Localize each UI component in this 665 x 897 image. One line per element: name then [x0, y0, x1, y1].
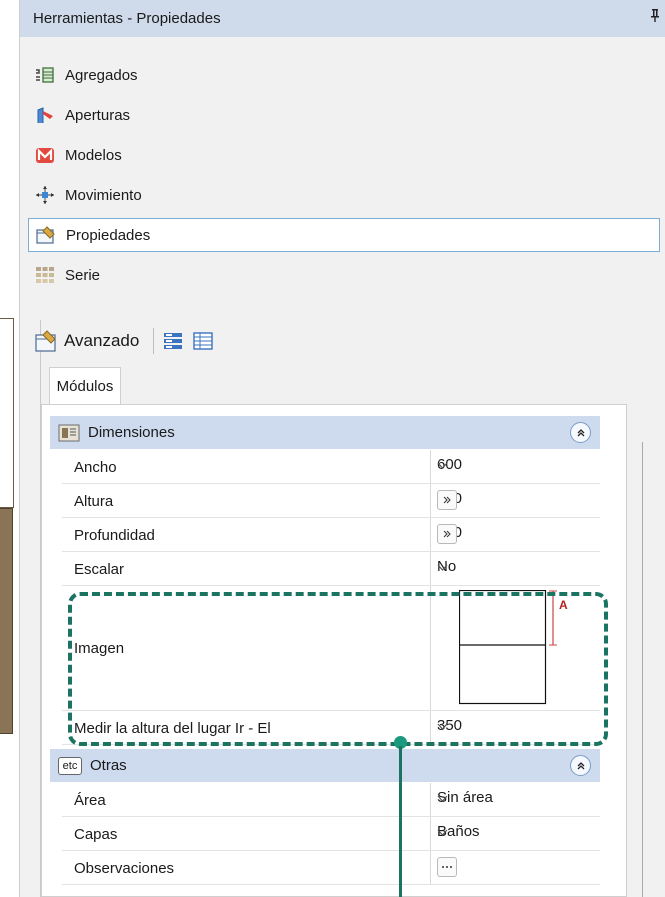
properties-icon [36, 225, 56, 245]
pin-icon[interactable] [650, 8, 660, 25]
chevron-down-icon[interactable] [437, 789, 592, 806]
property-row-ancho: Ancho 600 [62, 450, 600, 484]
group-header-dimensiones[interactable]: Dimensiones [50, 416, 600, 449]
tool-label: Aperturas [65, 106, 131, 124]
chevron-down-icon[interactable] [437, 456, 592, 473]
altura-field[interactable]: 760 [430, 484, 600, 517]
profundidad-field[interactable]: 550 [430, 518, 600, 551]
models-icon [35, 145, 55, 165]
ellipsis-button[interactable] [437, 857, 457, 877]
ancho-dropdown[interactable]: 600 [430, 450, 600, 483]
series-icon [35, 265, 55, 285]
observaciones-field[interactable] [430, 851, 600, 884]
tool-propiedades[interactable]: Propiedades [28, 218, 660, 252]
callout-line [399, 746, 402, 897]
tool-modelos[interactable]: Modelos [28, 138, 660, 172]
property-label: Profundidad [74, 526, 155, 544]
property-row-capas: Capas Baños [62, 817, 600, 851]
property-label: Altura [74, 492, 114, 510]
move-icon [35, 185, 55, 205]
area-dropdown[interactable]: Sin área [430, 783, 600, 816]
dimensions-icon [58, 423, 80, 443]
property-row-medir: Medir la altura del lugar Ir - El 350 [62, 711, 600, 745]
property-row-imagen: Imagen A [62, 586, 600, 711]
property-row-area: Área Sin área [62, 783, 600, 817]
property-label: Área [74, 791, 106, 809]
tool-label: Movimiento [65, 186, 142, 204]
property-label: Capas [74, 825, 118, 843]
property-label: Observaciones [74, 859, 175, 877]
property-row-altura: Altura 760 [62, 484, 600, 518]
property-label: Ancho [74, 458, 117, 476]
property-row-observaciones: Observaciones [62, 851, 600, 885]
panel-titlebar: Herramientas - Propiedades [20, 0, 665, 37]
property-label: Medir la altura del lugar Ir - El [74, 719, 271, 737]
collapse-icon[interactable] [570, 422, 591, 443]
tab-label: Módulos [56, 378, 114, 395]
collapse-icon[interactable] [570, 755, 591, 776]
openings-icon [35, 105, 55, 125]
advanced-icon[interactable] [34, 329, 58, 353]
background-model-edge [0, 318, 14, 508]
chevron-down-icon[interactable] [437, 823, 592, 840]
property-label: Imagen [74, 640, 125, 657]
tab-strip: Módulos [41, 365, 627, 405]
tool-label: Serie [65, 266, 101, 284]
scrollbar[interactable] [638, 432, 646, 897]
property-label: Escalar [74, 560, 125, 578]
categorized-view-icon[interactable] [163, 331, 183, 351]
tool-label: Modelos [65, 146, 122, 164]
etc-icon-text: etc [62, 759, 78, 772]
aggregates-icon [35, 65, 55, 85]
advanced-label[interactable]: Avanzado [64, 331, 139, 351]
alphabetical-view-icon[interactable] [193, 331, 214, 351]
divider [153, 328, 155, 354]
group-title: Dimensiones [88, 424, 175, 441]
properties-panel: Herramientas - Propiedades Agregados Ape… [19, 0, 665, 897]
panel-title: Herramientas - Propiedades [33, 10, 221, 27]
escalar-dropdown[interactable]: No [430, 552, 600, 585]
expand-button[interactable] [437, 490, 457, 510]
background-model-side [0, 508, 13, 734]
tab-modulos[interactable]: Módulos [49, 367, 121, 405]
property-grid: Dimensiones Ancho 600 Altura 760 [41, 404, 627, 897]
tool-serie[interactable]: Serie [28, 258, 660, 292]
group-title: Otras [90, 757, 127, 774]
group-header-otras[interactable]: etc Otras [50, 749, 600, 782]
scrollbar-line [642, 442, 643, 897]
chevron-down-icon[interactable] [437, 717, 592, 734]
tool-agregados[interactable]: Agregados [28, 58, 660, 92]
imagen-preview[interactable]: A [430, 586, 600, 710]
tool-label: Propiedades [66, 226, 151, 244]
advanced-toolbar: Avanzado [34, 319, 656, 363]
etc-icon: etc [58, 756, 82, 775]
height-marker-label: A [559, 598, 568, 612]
property-row-profundidad: Profundidad 550 [62, 518, 600, 552]
property-row-escalar: Escalar No [62, 552, 600, 586]
chevron-down-icon[interactable] [437, 558, 592, 575]
expand-button[interactable] [437, 524, 457, 544]
tool-movimiento[interactable]: Movimiento [28, 178, 660, 212]
tool-label: Agregados [65, 66, 138, 84]
capas-dropdown[interactable]: Baños [430, 817, 600, 850]
medir-dropdown[interactable]: 350 [430, 711, 600, 744]
tool-aperturas[interactable]: Aperturas [28, 98, 660, 132]
